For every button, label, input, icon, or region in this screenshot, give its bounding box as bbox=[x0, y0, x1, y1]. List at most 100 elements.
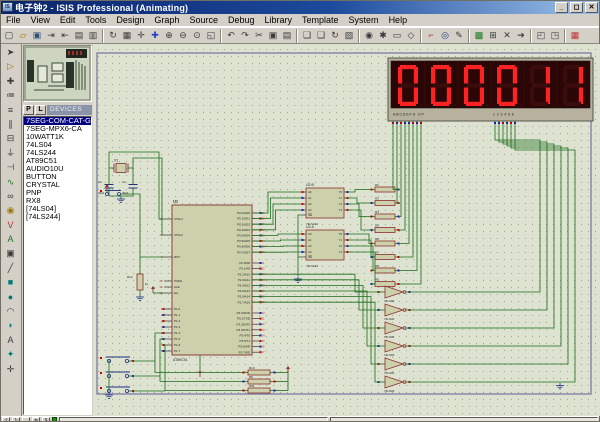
title-bar[interactable]: IS 电子钟2 - ISIS Professional (Animating) … bbox=[0, 0, 600, 14]
p2-wire[interactable] bbox=[252, 280, 379, 310]
power-symbol[interactable] bbox=[198, 370, 202, 377]
import-section-icon[interactable]: ⇥ bbox=[44, 29, 58, 43]
print-icon[interactable]: ▤ bbox=[72, 29, 86, 43]
component-reset-button[interactable] bbox=[105, 191, 121, 196]
wire-label-icon[interactable]: ≔ bbox=[3, 88, 19, 102]
p2-wire[interactable] bbox=[252, 291, 379, 346]
buffer-out-wire[interactable] bbox=[348, 246, 373, 271]
current-probe-icon[interactable]: A bbox=[3, 232, 19, 246]
segment-wire[interactable] bbox=[399, 126, 409, 244]
arc-2d-icon[interactable]: ◠ bbox=[3, 304, 19, 318]
decompose-icon[interactable]: ◇ bbox=[404, 29, 418, 43]
minimize-button[interactable]: _ bbox=[555, 2, 568, 13]
rotate-ccw-button[interactable]: ↺ bbox=[2, 417, 10, 422]
zoom-to-parent-icon[interactable]: ◳ bbox=[548, 29, 562, 43]
p2-wire[interactable] bbox=[252, 302, 379, 382]
component-u1-at89c51[interactable]: U1AT89C51XTAL119XTAL218RST9PSEN29ALE30EA… bbox=[159, 199, 265, 363]
power-symbol[interactable] bbox=[151, 286, 155, 293]
rotate-cw-button[interactable]: ↻ bbox=[12, 417, 20, 422]
buffer-out-wire[interactable] bbox=[348, 210, 371, 230]
component-mode-icon[interactable]: ▷ bbox=[3, 59, 19, 73]
path-2d-icon[interactable]: ◗ bbox=[3, 318, 19, 332]
close-button[interactable]: ✕ bbox=[585, 2, 598, 13]
component-crystal[interactable]: X1 bbox=[114, 159, 128, 173]
menu-item[interactable]: Template bbox=[297, 14, 344, 26]
component-resistor[interactable]: R11 bbox=[243, 384, 275, 393]
graph-mode-icon[interactable]: ∿ bbox=[3, 175, 19, 189]
segment-wire[interactable] bbox=[399, 126, 421, 284]
property-assign-icon[interactable]: ✎ bbox=[452, 29, 466, 43]
component-74ls04-inverter[interactable]: 74LS04 bbox=[379, 286, 409, 303]
generator-mode-icon[interactable]: ◉ bbox=[3, 203, 19, 217]
subcircuit-icon[interactable]: ⊟ bbox=[3, 131, 19, 145]
circle-2d-icon[interactable]: ● bbox=[3, 290, 19, 304]
marker-2d-icon[interactable]: ✛ bbox=[3, 362, 19, 376]
copy-icon[interactable]: ▣ bbox=[266, 29, 280, 43]
packaging-tool-icon[interactable]: ▭ bbox=[390, 29, 404, 43]
menu-item[interactable]: Edit bbox=[55, 14, 81, 26]
menu-item[interactable]: Design bbox=[111, 14, 149, 26]
tape-recorder-icon[interactable]: ∞ bbox=[3, 189, 19, 203]
cut-icon[interactable]: ✂ bbox=[252, 29, 266, 43]
undo-icon[interactable]: ↶ bbox=[224, 29, 238, 43]
library-button[interactable]: L bbox=[35, 105, 46, 115]
origin-icon[interactable]: ✛ bbox=[134, 29, 148, 43]
netlist-to-ares-icon[interactable]: ▦ bbox=[568, 29, 582, 43]
voltage-probe-icon[interactable]: V bbox=[3, 218, 19, 232]
wire[interactable] bbox=[121, 194, 141, 274]
component-resistor[interactable]: R2 bbox=[371, 183, 399, 192]
device-list[interactable]: 7SEG-COM-CAT-GRN7SEG-MPX6-CA10WATT1K74LS… bbox=[23, 116, 92, 415]
component-push-button[interactable] bbox=[106, 372, 130, 378]
menu-item[interactable]: Source bbox=[184, 14, 223, 26]
wire[interactable] bbox=[298, 215, 302, 276]
digit-common-wire[interactable] bbox=[409, 126, 561, 346]
component-74ls04-inverter[interactable]: 74LS04 bbox=[379, 304, 409, 321]
digit-common-wire[interactable] bbox=[409, 126, 575, 382]
zoom-in-icon[interactable]: ⊕ bbox=[162, 29, 176, 43]
menu-item[interactable]: Tools bbox=[80, 14, 111, 26]
buffer-out-wire[interactable] bbox=[348, 240, 371, 257]
selector-tool-icon[interactable]: ➤ bbox=[3, 45, 19, 59]
p2-wire[interactable] bbox=[252, 297, 379, 364]
new-file-icon[interactable]: ▢ bbox=[2, 29, 16, 43]
segment-wire[interactable] bbox=[399, 126, 417, 271]
component-resistor[interactable]: R4 bbox=[371, 210, 399, 219]
zoom-to-child-icon[interactable]: ◰ bbox=[534, 29, 548, 43]
component-capacitor[interactable]: C130pF bbox=[122, 180, 138, 195]
design-explorer-icon[interactable]: ▩ bbox=[472, 29, 486, 43]
redo-icon[interactable]: ↷ bbox=[238, 29, 252, 43]
device-list-item[interactable]: [74LS244] bbox=[24, 213, 91, 221]
virtual-instruments-icon[interactable]: ▣ bbox=[3, 246, 19, 260]
open-folder-icon[interactable]: ▱ bbox=[16, 29, 30, 43]
component-resistor[interactable]: R3 bbox=[371, 196, 399, 205]
menu-item[interactable]: Help bbox=[384, 14, 413, 26]
mirror-y-button[interactable]: ⇅ bbox=[42, 417, 50, 422]
autorouter-icon[interactable]: ⌐ bbox=[424, 29, 438, 43]
buffer-out-wire[interactable] bbox=[348, 234, 371, 244]
zoom-all-icon[interactable]: ⊙ bbox=[190, 29, 204, 43]
component-74ls04-inverter[interactable]: 74LS04 bbox=[379, 322, 409, 339]
schematic-canvas[interactable]: ABCDEFG DP123456 U1AT89C51XTAL119XTAL218R… bbox=[93, 44, 600, 416]
pan-icon[interactable]: ✚ bbox=[148, 29, 162, 43]
block-move-icon[interactable]: ❑ bbox=[314, 29, 328, 43]
seven-segment-display[interactable]: ABCDEFG DP123456 bbox=[388, 58, 593, 121]
mark-output-area-icon[interactable]: ▥ bbox=[86, 29, 100, 43]
ground-symbol[interactable] bbox=[117, 197, 125, 203]
make-device-icon[interactable]: ✱ bbox=[376, 29, 390, 43]
menu-item[interactable]: Library bbox=[260, 14, 298, 26]
component-push-button[interactable] bbox=[106, 387, 130, 393]
remove-sheet-icon[interactable]: ✕ bbox=[500, 29, 514, 43]
grid-toggle-icon[interactable]: ▦ bbox=[120, 29, 134, 43]
component-resistor[interactable]: R9 bbox=[243, 375, 275, 384]
goto-sheet-icon[interactable]: ➔ bbox=[514, 29, 528, 43]
text-script-icon[interactable]: ≡ bbox=[3, 103, 19, 117]
segment-wire[interactable] bbox=[397, 126, 399, 203]
component-resistor[interactable]: R10 bbox=[243, 366, 275, 375]
menu-item[interactable]: System bbox=[344, 14, 384, 26]
menu-item[interactable]: Debug bbox=[223, 14, 260, 26]
power-symbol[interactable] bbox=[286, 366, 290, 373]
save-file-icon[interactable]: ▣ bbox=[30, 29, 44, 43]
junction-dot-icon[interactable]: ✚ bbox=[3, 74, 19, 88]
segment-wire[interactable] bbox=[399, 126, 405, 230]
component-push-button[interactable] bbox=[106, 357, 130, 363]
